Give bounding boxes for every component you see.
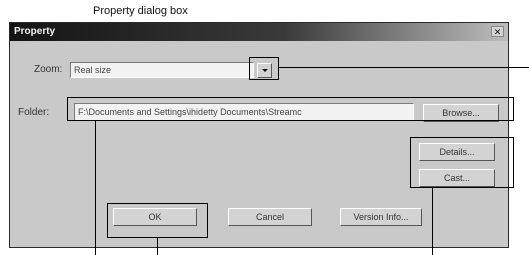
dialog-title: Property bbox=[14, 26, 56, 37]
callout-box-ok bbox=[107, 203, 208, 238]
zoom-label: Zoom: bbox=[34, 64, 63, 75]
callout-box-folder bbox=[67, 97, 514, 121]
callout-box-zoom-arrow bbox=[249, 57, 279, 80]
leader-line-zoom bbox=[279, 67, 529, 68]
cancel-button[interactable]: Cancel bbox=[228, 208, 312, 226]
version-info-button[interactable]: Version Info... bbox=[340, 208, 422, 226]
zoom-select-value: Real size bbox=[74, 65, 112, 75]
figure-caption: Property dialog box bbox=[93, 5, 188, 17]
property-dialog: Property ✕ Zoom: Real size Folder: F:\Do… bbox=[9, 22, 509, 248]
callout-box-details-cast bbox=[410, 137, 514, 188]
close-button[interactable]: ✕ bbox=[491, 26, 504, 37]
leader-line-details-cast bbox=[432, 188, 433, 255]
title-bar: Property ✕ bbox=[10, 23, 508, 41]
close-icon: ✕ bbox=[493, 27, 502, 37]
leader-line-ok bbox=[157, 238, 158, 255]
folder-label: Folder: bbox=[18, 107, 50, 118]
zoom-select[interactable]: Real size bbox=[70, 62, 254, 78]
leader-line-folder bbox=[95, 121, 96, 255]
